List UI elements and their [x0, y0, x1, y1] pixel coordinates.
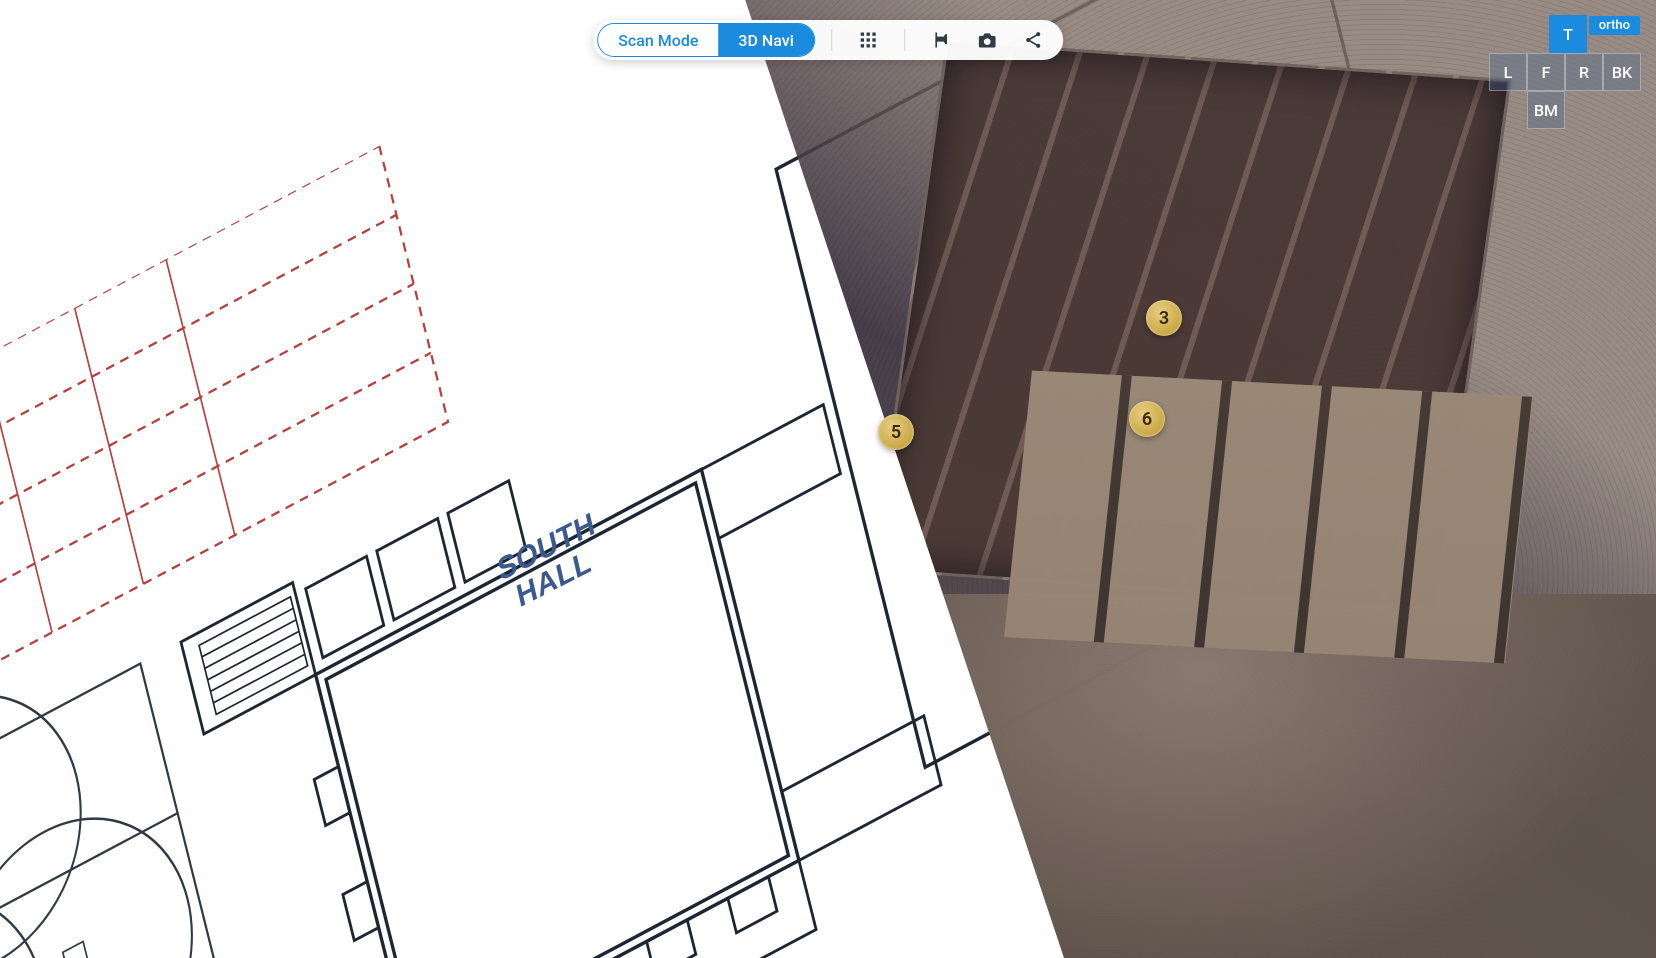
top-toolbar: Scan Mode 3D Navi [593, 20, 1063, 60]
view-back-button[interactable]: BK [1603, 53, 1641, 91]
mode-scan-button[interactable]: Scan Mode [598, 24, 718, 56]
scan-marker[interactable]: 5 [878, 414, 914, 450]
toolbar-separator [831, 29, 832, 51]
scan-marker[interactable]: 6 [1129, 401, 1165, 437]
orientation-spacer [1565, 91, 1641, 129]
grid-icon[interactable] [854, 26, 882, 54]
view-right-button[interactable]: R [1565, 53, 1603, 91]
app-stage: SOUTH HALL 356 Scan Mode 3D Navi [0, 0, 1656, 958]
scan-building-facade [1004, 371, 1533, 664]
projection-toggle[interactable]: ortho [1589, 16, 1640, 35]
orientation-widget: ortho T L F R BK BM [1489, 15, 1641, 129]
camera-icon[interactable] [973, 26, 1001, 54]
view-bottom-button[interactable]: BM [1527, 91, 1565, 129]
view-front-button[interactable]: F [1527, 53, 1565, 91]
view-left-button[interactable]: L [1489, 53, 1527, 91]
viewport-3d[interactable]: SOUTH HALL 356 [0, 0, 1656, 958]
view-top-button[interactable]: T [1549, 15, 1587, 53]
flag-icon[interactable] [927, 26, 955, 54]
mode-toggle: Scan Mode 3D Navi [597, 23, 815, 57]
toolbar-separator [904, 29, 905, 51]
orientation-spacer [1489, 91, 1527, 129]
share-icon[interactable] [1019, 26, 1047, 54]
scan-marker[interactable]: 3 [1146, 300, 1182, 336]
mode-3d-navi-button[interactable]: 3D Navi [718, 24, 813, 56]
